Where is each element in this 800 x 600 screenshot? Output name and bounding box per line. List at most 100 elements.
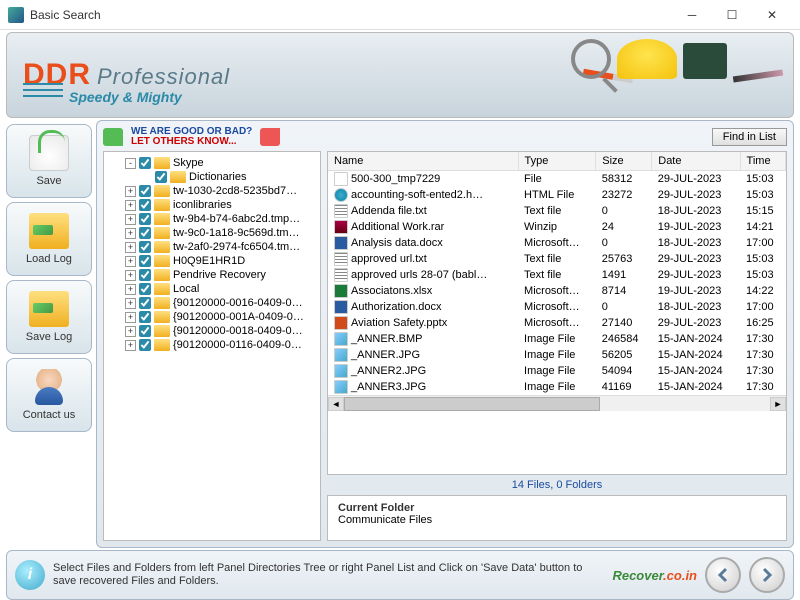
tree-checkbox[interactable] — [155, 171, 167, 183]
file-row[interactable]: approved urls 28-07 (babl…Text file14912… — [328, 267, 786, 283]
sidebar-save-button[interactable]: Save — [6, 124, 92, 198]
tree-label: tw-1030-2cd8-5235bd7… — [173, 185, 297, 197]
close-button[interactable]: ✕ — [752, 1, 792, 29]
tree-item[interactable]: +iconlibraries — [106, 198, 318, 212]
expand-icon[interactable]: + — [125, 214, 136, 225]
tree-checkbox[interactable] — [139, 339, 151, 351]
folder-icon — [154, 157, 170, 169]
expand-icon[interactable]: + — [125, 340, 136, 351]
file-type-icon — [334, 332, 348, 346]
tree-item[interactable]: - Skype — [106, 156, 318, 170]
maximize-button[interactable]: ☐ — [712, 1, 752, 29]
file-row[interactable]: _ANNER.JPGImage File5620515-JAN-202417:3… — [328, 347, 786, 363]
prev-button[interactable] — [705, 557, 741, 593]
scroll-thumb[interactable] — [344, 397, 600, 411]
folder-icon — [154, 269, 170, 281]
sidebar-save-log-button[interactable]: Save Log — [6, 280, 92, 354]
expand-icon[interactable]: + — [125, 228, 136, 239]
file-row[interactable]: accounting-soft-ented2.h…HTML File232722… — [328, 187, 786, 203]
sidebar-contact-us-button[interactable]: Contact us — [6, 358, 92, 432]
file-list[interactable]: NameTypeSizeDateTime 500-300_tmp7229File… — [327, 151, 787, 475]
file-row[interactable]: Associatons.xlsxMicrosoft…871419-JUL-202… — [328, 283, 786, 299]
scroll-left-button[interactable]: ◄ — [328, 397, 344, 411]
notice-text[interactable]: WE ARE GOOD OR BAD? LET OTHERS KNOW... — [131, 127, 252, 147]
file-type-icon — [334, 172, 348, 186]
expand-icon[interactable]: + — [125, 270, 136, 281]
tree-label: Dictionaries — [189, 171, 246, 183]
column-date[interactable]: Date — [652, 152, 740, 171]
tree-item[interactable]: +Pendrive Recovery — [106, 268, 318, 282]
content-panel: WE ARE GOOD OR BAD? LET OTHERS KNOW... F… — [96, 120, 794, 548]
file-row[interactable]: _ANNER2.JPGImage File5409415-JAN-202417:… — [328, 363, 786, 379]
expand-icon[interactable]: - — [125, 158, 136, 169]
person-icon — [29, 369, 69, 405]
folder-icon — [154, 199, 170, 211]
tree-item[interactable]: +{90120000-0116-0409-0… — [106, 338, 318, 352]
file-row[interactable]: Addenda file.txtText file018-JUL-202315:… — [328, 203, 786, 219]
expand-icon[interactable]: + — [125, 242, 136, 253]
file-type-icon — [334, 316, 348, 330]
horizontal-scrollbar[interactable]: ◄ ► — [328, 395, 786, 411]
tree-item[interactable]: + {90120000-0016-0409-0… — [106, 296, 318, 310]
expand-icon[interactable]: + — [125, 326, 136, 337]
file-row[interactable]: Additional Work.rarWinzip2419-JUL-202314… — [328, 219, 786, 235]
thumbs-down-icon[interactable] — [260, 128, 280, 146]
minimize-button[interactable]: ─ — [672, 1, 712, 29]
thumbs-up-icon[interactable] — [103, 128, 123, 146]
tree-checkbox[interactable] — [139, 297, 151, 309]
tree-item[interactable]: +tw-2af0-2974-fc6504.tm… — [106, 240, 318, 254]
find-in-list-button[interactable]: Find in List — [712, 128, 787, 146]
tree-item[interactable]: + tw-9b4-b74-6abc2d.tmp… — [106, 212, 318, 226]
column-name[interactable]: Name — [328, 152, 518, 171]
tree-label: tw-9b4-b74-6abc2d.tmp… — [173, 213, 300, 225]
folder-tree[interactable]: - Skype Dictionaries + tw-1030-2cd8-5235bd7…… — [103, 151, 321, 541]
tree-checkbox[interactable] — [139, 255, 151, 267]
tree-item[interactable]: +H0Q9E1HR1D — [106, 254, 318, 268]
footer-message: Select Files and Folders from left Panel… — [53, 562, 604, 588]
expand-icon[interactable]: + — [125, 284, 136, 295]
tree-checkbox[interactable] — [139, 325, 151, 337]
file-row[interactable]: 500-300_tmp7229File5831229-JUL-202315:03 — [328, 171, 786, 188]
tree-item[interactable]: +{90120000-0018-0409-0… — [106, 324, 318, 338]
sidebar-load-log-button[interactable]: Load Log — [6, 202, 92, 276]
expand-icon[interactable]: + — [125, 256, 136, 267]
file-row[interactable]: Aviation Safety.pptxMicrosoft…2714029-JU… — [328, 315, 786, 331]
tree-checkbox[interactable] — [139, 185, 151, 197]
current-folder-panel: Current Folder Communicate Files — [327, 495, 787, 541]
expand-icon[interactable]: + — [125, 298, 136, 309]
tree-item[interactable]: Dictionaries — [106, 170, 318, 184]
tree-checkbox[interactable] — [139, 311, 151, 323]
expand-icon[interactable]: + — [125, 186, 136, 197]
next-button[interactable] — [749, 557, 785, 593]
file-row[interactable]: Analysis data.docxMicrosoft…018-JUL-2023… — [328, 235, 786, 251]
column-size[interactable]: Size — [596, 152, 652, 171]
tree-label: {90120000-0016-0409-0… — [173, 297, 303, 309]
sidebar: SaveLoad LogSave LogContact us — [6, 120, 92, 548]
stripe-decoration — [23, 83, 63, 99]
tree-item[interactable]: +Local — [106, 282, 318, 296]
tree-checkbox[interactable] — [139, 269, 151, 281]
column-time[interactable]: Time — [740, 152, 785, 171]
expand-icon[interactable]: + — [125, 312, 136, 323]
file-row[interactable]: _ANNER3.JPGImage File4116915-JAN-202417:… — [328, 379, 786, 395]
tree-checkbox[interactable] — [139, 157, 151, 169]
tree-label: Skype — [173, 157, 204, 169]
tree-checkbox[interactable] — [139, 227, 151, 239]
file-type-icon — [334, 364, 348, 378]
expand-icon[interactable]: + — [125, 200, 136, 211]
folder-icon — [154, 339, 170, 351]
tree-checkbox[interactable] — [139, 241, 151, 253]
file-row[interactable]: approved url.txtText file2576329-JUL-202… — [328, 251, 786, 267]
footer-brand[interactable]: Recover.co.in — [612, 568, 697, 583]
tree-checkbox[interactable] — [139, 213, 151, 225]
tree-item[interactable]: +{90120000-001A-0409-0… — [106, 310, 318, 324]
file-row[interactable]: _ANNER.BMPImage File24658415-JAN-202417:… — [328, 331, 786, 347]
tree-checkbox[interactable] — [139, 199, 151, 211]
tree-item[interactable]: + tw-1030-2cd8-5235bd7… — [106, 184, 318, 198]
tree-item[interactable]: +tw-9c0-1a18-9c569d.tm… — [106, 226, 318, 240]
file-row[interactable]: Authorization.docxMicrosoft…018-JUL-2023… — [328, 299, 786, 315]
scroll-right-button[interactable]: ► — [770, 397, 786, 411]
tree-checkbox[interactable] — [139, 283, 151, 295]
file-type-icon — [334, 188, 348, 202]
column-type[interactable]: Type — [518, 152, 596, 171]
